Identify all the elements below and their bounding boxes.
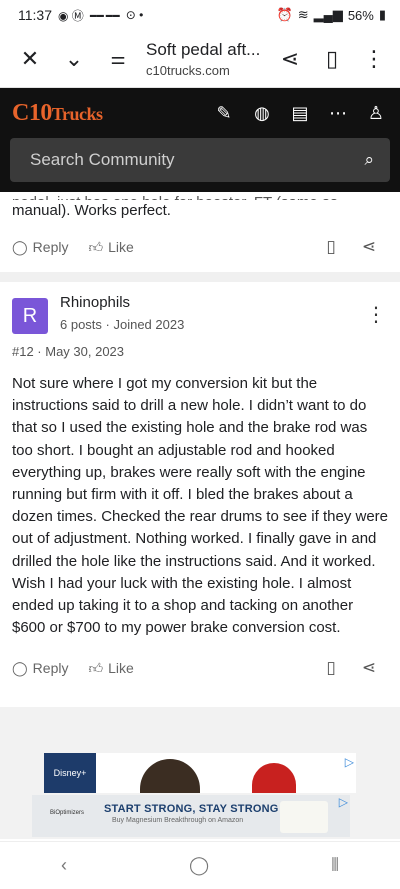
header-icons: ✎ ◍ ▤ ⋯ ♙ — [212, 103, 388, 124]
reply-button[interactable]: ◯ Reply — [12, 660, 68, 677]
post-divider — [0, 272, 400, 282]
reply-label: Reply — [32, 660, 69, 677]
user-icon[interactable]: ♙ — [364, 103, 388, 124]
ad-brand: BiOptimizers — [50, 810, 85, 817]
ad-choices-icon[interactable]: ▷ — [345, 755, 354, 769]
notification-icons: ◉ Ⓜ — [58, 8, 84, 23]
bookmark-post-icon[interactable]: ▯ — [312, 658, 350, 678]
alarm-icon: ⏰ — [276, 7, 293, 22]
bookmark-post-icon[interactable]: ▯ — [312, 237, 350, 257]
back-icon[interactable]: ‹ — [61, 855, 67, 876]
logo-c10: C10 — [12, 99, 52, 126]
search-box: ⌕ — [10, 138, 390, 182]
wifi-icon: ≋ — [297, 7, 309, 22]
author-meta: 6 posts · Joined 2023 — [60, 317, 185, 332]
post-body: Not sure where I got my conversion kit b… — [12, 375, 389, 637]
thread-content: pedal, just has one hole for booster. FT… — [0, 192, 400, 840]
search-input[interactable] — [30, 150, 330, 170]
notification-text-icon: ▬▬ ▬▬ — [89, 11, 120, 19]
ad-banner[interactable]: BiOptimizers START STRONG, STAY STRONG B… — [32, 795, 350, 838]
reply-button[interactable]: ◯ Reply — [12, 239, 68, 256]
ad-choices-icon[interactable]: ▷ — [339, 795, 348, 809]
avatar[interactable]: R — [12, 298, 48, 334]
status-left: 11:37 ◉ Ⓜ ▬▬ ▬▬ ⊙ • — [18, 7, 143, 24]
trending-icon[interactable]: ◍ — [250, 103, 274, 124]
share-post-icon[interactable]: ⋖ — [350, 237, 388, 257]
ad-subline: Buy Magnesium Breakthrough on Amazon — [112, 817, 244, 825]
site-top-bar: C10Trucks ✎ ◍ ▤ ⋯ ♙ — [10, 88, 390, 138]
post-number-date[interactable]: #12 · May 30, 2023 — [12, 344, 388, 359]
more-icon[interactable]: ⋯ — [326, 103, 350, 124]
author-info: Rhinophils 6 posts · Joined 2023 — [60, 292, 364, 332]
thumbs-up-icon: 👍︎ — [88, 238, 104, 255]
previous-post-partial-line: pedal, just has one hole for booster. FT… — [12, 192, 388, 200]
ad-headline: START STRONG, STAY STRONG — [104, 803, 279, 816]
new-post-icon[interactable]: ✎ — [212, 103, 236, 124]
share-icon[interactable]: ⋖ — [274, 43, 306, 75]
author-name[interactable]: Rhinophils — [60, 294, 364, 311]
thumbs-up-icon: 👍︎ — [88, 659, 104, 676]
ad-image-red — [252, 763, 296, 794]
battery-icon: ▮ — [378, 7, 386, 22]
post-header: R Rhinophils 6 posts · Joined 2023 ⋮ — [12, 282, 388, 334]
battery-percent: 56% — [347, 7, 374, 23]
bookmark-icon[interactable]: ▯ — [316, 43, 348, 75]
ad-image-face — [140, 759, 200, 794]
site-header: C10Trucks ✎ ◍ ▤ ⋯ ♙ ⌕ — [0, 88, 400, 192]
status-bar: 11:37 ◉ Ⓜ ▬▬ ▬▬ ⊙ • ⏰ ≋ ▂▄▆ 56% ▮ — [0, 0, 400, 30]
recents-icon[interactable]: ⦀ — [331, 855, 339, 876]
browser-toolbar: ✕ ⌄ ⚌ Soft pedal aft... c10trucks.com ⋖ … — [0, 30, 400, 88]
site-logo[interactable]: C10Trucks — [12, 100, 103, 127]
search-icon[interactable]: ⌕ — [364, 150, 374, 170]
status-right: ⏰ ≋ ▂▄▆ 56% ▮ — [277, 7, 387, 23]
previous-post-text: pedal, just has one hole for booster. FT… — [12, 192, 388, 222]
post-actions: ◯ Reply 👍︎ Like ▯ ⋖ — [12, 643, 388, 693]
signal-icon: ▂▄▆ — [313, 7, 343, 22]
status-time: 11:37 — [18, 7, 52, 23]
feed-icon[interactable]: ▤ — [288, 103, 312, 124]
disney-logo: Disney+ — [44, 753, 96, 794]
page-title-area[interactable]: Soft pedal aft... c10trucks.com — [134, 40, 274, 78]
like-label: Like — [108, 660, 134, 677]
reply-icon: ◯ — [12, 659, 28, 676]
home-icon[interactable]: ◯ — [189, 855, 209, 876]
page-title: Soft pedal aft... — [146, 39, 261, 59]
chevron-down-icon[interactable]: ⌄ — [58, 43, 90, 75]
share-post-icon[interactable]: ⋖ — [350, 658, 388, 678]
reply-icon: ◯ — [12, 238, 28, 255]
previous-post-actions: ◯ Reply 👍︎ Like ▯ ⋖ — [12, 222, 388, 272]
previous-post-last-line: manual). Works perfect. — [12, 202, 171, 219]
ad-product-image — [280, 801, 328, 834]
post-menu-icon[interactable]: ⋮ — [364, 302, 388, 327]
like-button[interactable]: 👍︎ Like — [88, 239, 133, 256]
ad-video-banner[interactable]: Disney+ ▷ — [44, 753, 356, 794]
more-options-icon[interactable]: ⋮ — [358, 43, 390, 75]
ad-area: Disney+ ▷ BiOptimizers START STRONG, STA… — [0, 707, 400, 840]
page-url: c10trucks.com — [146, 62, 230, 78]
android-nav-bar: ‹ ◯ ⦀ — [0, 841, 400, 889]
site-settings-icon[interactable]: ⚌ — [102, 43, 134, 75]
like-label: Like — [108, 239, 134, 255]
reply-label: Reply — [32, 239, 69, 255]
logo-trucks: Trucks — [51, 103, 103, 124]
close-tab-icon[interactable]: ✕ — [14, 43, 46, 75]
record-icon: ⊙ • — [125, 8, 144, 22]
like-button[interactable]: 👍︎ Like — [88, 660, 133, 677]
